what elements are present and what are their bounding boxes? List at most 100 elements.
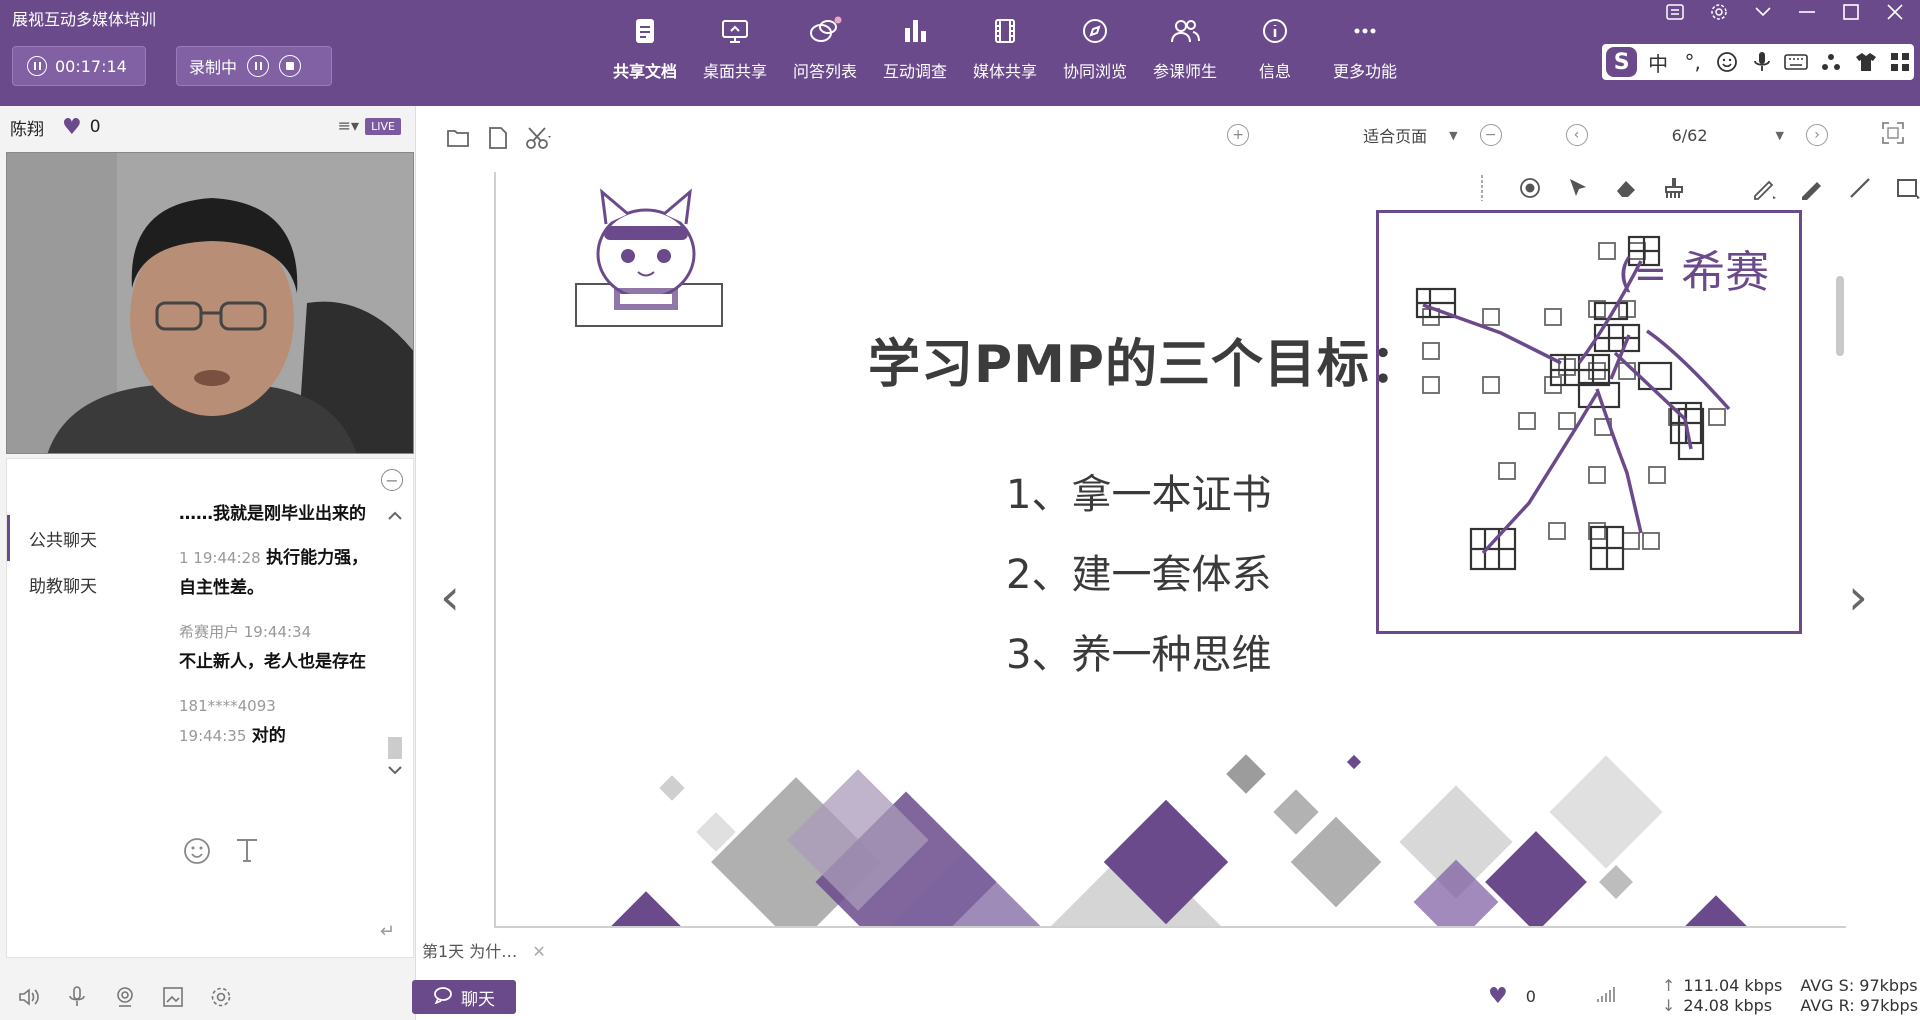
- scissors-icon[interactable]: [524, 124, 552, 152]
- pause-icon: [27, 56, 47, 76]
- speaker-icon[interactable]: [16, 984, 42, 1010]
- slide-goal-2: 2、建一套体系: [1006, 552, 1272, 598]
- record-pause-icon[interactable]: [247, 55, 270, 77]
- screenshot-icon[interactable]: [160, 984, 186, 1010]
- chevron-down-icon[interactable]: [1752, 2, 1774, 22]
- ime-lang[interactable]: 中: [1644, 48, 1672, 76]
- slide-scrollbar[interactable]: [1836, 276, 1844, 356]
- tool-media-share[interactable]: 媒体共享: [960, 14, 1050, 82]
- record-label: 录制中: [189, 58, 238, 77]
- window-controls: [1664, 2, 1906, 22]
- send-icon[interactable]: ↵: [380, 921, 395, 942]
- tool-document-share[interactable]: 共享文档: [600, 14, 690, 82]
- chat-message: 1 19:44:28 执行能力强，自主性差。: [179, 548, 369, 598]
- tool-qa-list[interactable]: 问答列表: [780, 14, 870, 82]
- fullscreen-icon[interactable]: [1882, 122, 1904, 148]
- close-tab-icon[interactable]: ✕: [532, 942, 545, 961]
- tool-survey[interactable]: 互动调查: [870, 14, 960, 82]
- fit-dropdown-icon[interactable]: ▼: [1449, 129, 1457, 142]
- tool-co-browse[interactable]: 协同浏览: [1050, 14, 1140, 82]
- tool-separator: [1468, 174, 1496, 202]
- info-icon: [1258, 14, 1292, 48]
- cat-mascot-image: [575, 188, 723, 327]
- annotation-tools: [1468, 174, 1920, 202]
- collapse-icon[interactable]: −: [381, 469, 403, 491]
- document-toolbar: + 适合页面 ▼ − ‹ 6/62 ▼ ›: [416, 106, 1920, 172]
- highlighter-icon[interactable]: [1798, 174, 1826, 202]
- rectangle-tool-icon[interactable]: [1894, 174, 1920, 202]
- upload-arrow-icon: ↑: [1661, 976, 1676, 995]
- microphone-icon[interactable]: [64, 984, 90, 1010]
- tool-desktop-share[interactable]: 桌面共享: [690, 14, 780, 82]
- slide-canvas[interactable]: 学习PMP的三个目标： 1、拿一本证书 2、建一套体系 3、养一种思维 (= 希…: [494, 172, 1846, 928]
- previous-slide-icon[interactable]: ‹: [440, 568, 460, 626]
- heart-icon[interactable]: ♥: [1488, 984, 1508, 1009]
- tool-participants[interactable]: 参课师生: [1140, 14, 1230, 82]
- chat-panel: − 公共聊天 助教聊天 ……我就是刚毕业出来的 1 19:44:28 执行能力强…: [6, 458, 414, 958]
- survey-icon: [898, 14, 932, 48]
- settings-gear-icon[interactable]: [208, 984, 234, 1010]
- timer-pause-button[interactable]: 00:17:14: [12, 46, 146, 86]
- average-rate-readout: AVG S: 97kbps AVG R: 97kbps: [1800, 976, 1919, 1015]
- left-panel: 陈翔 ♥ 0 ≡▾ LIVE − 公共聊天 助教聊天 ……我就是刚毕业出来的 1…: [0, 106, 416, 1020]
- laser-pointer-icon[interactable]: [1516, 174, 1544, 202]
- line-tool-icon[interactable]: [1846, 174, 1874, 202]
- top-bar: 展视互动多媒体培训 00:17:14 录制中 共享文档 桌面共享 问答列表 互动…: [0, 0, 1920, 106]
- slide-goal-3: 3、养一种思维: [1006, 632, 1272, 678]
- settings-gear-icon[interactable]: [1708, 2, 1730, 22]
- fit-page-select[interactable]: 适合页面: [1363, 123, 1427, 147]
- media-share-icon: [988, 14, 1022, 48]
- document-tab[interactable]: 第1天 为什… ✕: [422, 938, 546, 962]
- close-icon[interactable]: [1884, 2, 1906, 22]
- tool-info[interactable]: 信息: [1230, 14, 1320, 82]
- bandwidth-readout: ↑ 111.04 kbps ↓ 24.08 kbps: [1661, 976, 1783, 1015]
- keyboard-icon[interactable]: [1783, 48, 1811, 76]
- new-document-icon[interactable]: [484, 124, 512, 152]
- list-menu-icon[interactable]: ≡▾: [338, 116, 359, 135]
- tab-public-chat[interactable]: 公共聊天: [7, 515, 127, 561]
- chat-message: ……我就是刚毕业出来的: [179, 504, 366, 524]
- tab-assistant-chat[interactable]: 助教聊天: [7, 561, 127, 607]
- previous-page-icon[interactable]: ‹: [1565, 124, 1588, 146]
- minimize-icon[interactable]: [1796, 2, 1818, 22]
- select-arrow-icon[interactable]: [1564, 174, 1592, 202]
- signal-icon: [1596, 984, 1616, 1008]
- layout-icon[interactable]: [1664, 2, 1686, 22]
- pen-icon[interactable]: [1750, 174, 1778, 202]
- chat-bubble-icon: [433, 986, 453, 1009]
- menu-grid-icon[interactable]: [1886, 48, 1914, 76]
- mic-icon[interactable]: [1748, 48, 1776, 76]
- toolbox-icon[interactable]: [1817, 48, 1845, 76]
- chat-button-label: 聊天: [461, 989, 495, 1010]
- av-controls: [16, 984, 234, 1010]
- clear-brush-icon[interactable]: [1660, 174, 1688, 202]
- next-slide-icon[interactable]: ›: [1848, 568, 1868, 626]
- record-status: 录制中: [176, 46, 332, 86]
- chat-scrollbar[interactable]: [385, 499, 405, 819]
- next-page-icon[interactable]: ›: [1806, 124, 1828, 146]
- zoom-controls: + 适合页面 ▼ − ‹ 6/62 ▼ ›: [1227, 122, 1904, 148]
- emoji-icon[interactable]: [183, 837, 211, 872]
- emoji-icon[interactable]: [1713, 48, 1741, 76]
- tool-more[interactable]: 更多功能: [1320, 14, 1410, 82]
- chat-button[interactable]: 聊天: [412, 980, 516, 1014]
- page-indicator[interactable]: 6/62: [1672, 126, 1708, 145]
- zoom-out-icon[interactable]: −: [1479, 124, 1502, 146]
- more-icon: [1348, 14, 1382, 48]
- slide-logo-text: (= 希赛: [1618, 247, 1770, 298]
- camera-icon[interactable]: [112, 984, 138, 1010]
- open-folder-icon[interactable]: [444, 124, 472, 152]
- ime-logo[interactable]: S: [1606, 47, 1638, 77]
- skin-shirt-icon[interactable]: [1852, 48, 1880, 76]
- chat-messages: ……我就是刚毕业出来的 1 19:44:28 执行能力强，自主性差。 希赛用户 …: [179, 499, 379, 819]
- zoom-in-icon[interactable]: +: [1227, 124, 1250, 146]
- page-dropdown-icon[interactable]: ▼: [1776, 129, 1784, 142]
- eraser-icon[interactable]: [1612, 174, 1640, 202]
- record-stop-icon[interactable]: [279, 55, 302, 77]
- punctuation-icon[interactable]: °,: [1679, 48, 1707, 76]
- maximize-icon[interactable]: [1840, 2, 1862, 22]
- text-format-icon[interactable]: [235, 837, 259, 872]
- presenter-name: 陈翔: [10, 119, 44, 140]
- heart-icon[interactable]: ♥: [62, 115, 82, 140]
- co-browse-icon: [1078, 14, 1112, 48]
